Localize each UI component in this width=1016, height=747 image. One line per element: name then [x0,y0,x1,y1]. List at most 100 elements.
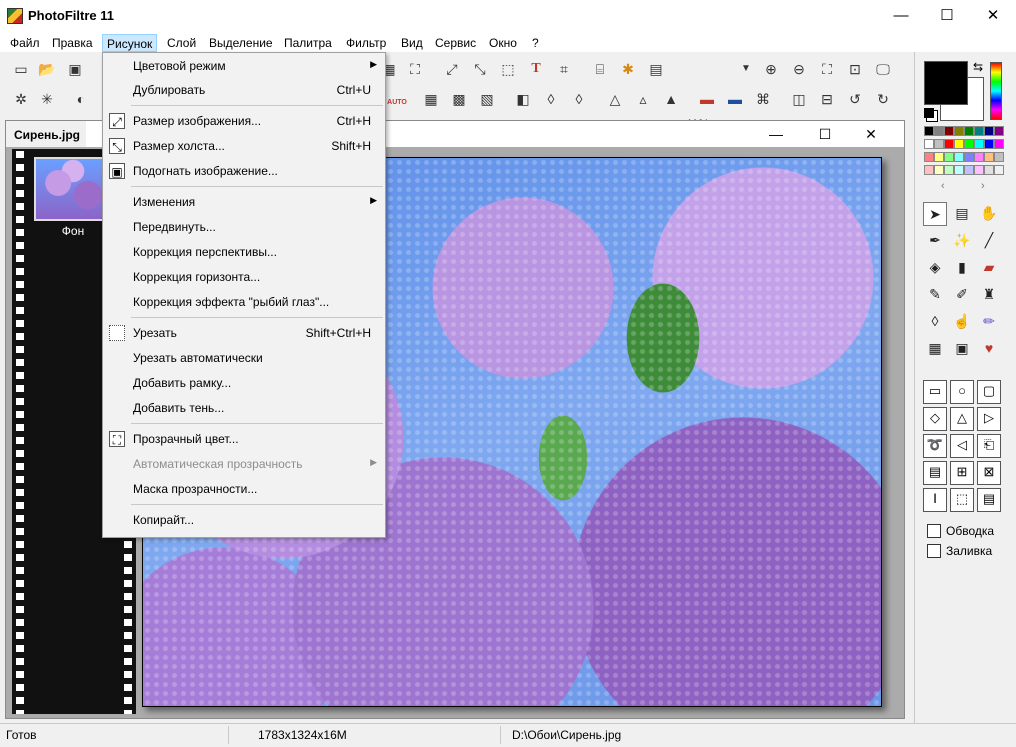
menu-item-offset[interactable]: Передвинуть... [103,215,385,239]
palette-swatch[interactable] [994,126,1004,136]
drop-2-icon[interactable]: ◊ [568,88,590,110]
open-folder-icon[interactable]: 📂 [36,58,58,80]
drop-icon[interactable]: ◊ [540,88,562,110]
smudge-icon[interactable]: ☝ [950,310,974,334]
auto-levels-icon[interactable]: AUTO [386,88,408,110]
rotate-left-icon[interactable]: ↺ [844,88,866,110]
window-icon[interactable]: ▤ [645,58,667,80]
palette-swatch[interactable] [954,152,964,162]
palette-swatch[interactable] [944,165,954,175]
deform-icon[interactable]: ⌘ [752,88,774,110]
palette-swatch[interactable] [964,165,974,175]
palette-swatch[interactable] [944,152,954,162]
flip-horizontal-icon[interactable]: ◫ [788,88,810,110]
crop-frame-icon[interactable]: ⌗ [553,58,575,80]
menu-item-add-shadow[interactable]: Добавить тень... [103,396,385,420]
hue-slider[interactable] [990,62,1002,120]
selection-tool-icon[interactable]: ▤ [950,202,974,226]
dodge-icon[interactable]: ◐ [70,88,92,110]
zoom-in-icon[interactable]: ⊕ [760,58,782,80]
spray-icon[interactable]: ▮ [950,256,974,280]
palette-swatch[interactable] [994,165,1004,175]
grid-filter-1-icon[interactable]: ▦ [420,88,442,110]
magic-wand-icon[interactable]: ✲ [10,88,32,110]
menu-item-add-frame[interactable]: Добавить рамку... [103,371,385,395]
menu-item-fit-image[interactable]: ▣ Подогнать изображение... [103,159,385,183]
menu-tools[interactable]: Сервис [431,34,480,52]
eraser-icon[interactable]: ▰ [977,256,1001,280]
palette-swatch[interactable] [984,165,994,175]
swap-colors-icon[interactable]: ⇆ [973,60,983,74]
reset-colors-icon[interactable] [924,108,934,118]
menu-layer[interactable]: Слой [163,34,200,52]
palette-swatch[interactable] [934,165,944,175]
palette-swatch[interactable] [994,152,1004,162]
layer-thumbnail[interactable] [34,157,112,221]
palette-swatch[interactable] [954,126,964,136]
menu-item-transparency-mask[interactable]: Маска прозрачности... [103,477,385,501]
menu-item-duplicate[interactable]: Дублировать Ctrl+U [103,78,385,102]
save-icon[interactable]: ▣ [64,58,86,80]
menu-item-transparent-color[interactable]: ⛶ Прозрачный цвет... [103,427,385,451]
selection-mode-1-icon[interactable]: ▤ [923,461,947,485]
menu-item-copyright[interactable]: Копирайт... [103,508,385,532]
ellipse-shape-icon[interactable]: ○ [950,380,974,404]
menu-help[interactable]: ? [528,34,543,52]
minimize-button[interactable]: — [878,0,924,32]
menu-image[interactable]: Рисунок [102,34,158,52]
magic-wand-plus-icon[interactable]: ✳ [36,88,58,110]
fill-bucket-icon[interactable]: ◈ [923,256,947,280]
doc-close-button[interactable]: ✕ [856,123,886,145]
gradient-icon[interactable]: ▬ [696,88,718,110]
menu-item-fisheye[interactable]: Коррекция эффекта "рыбий глаз"... [103,290,385,314]
pointer-tool-icon[interactable]: ➤ [923,202,947,226]
palette-swatch[interactable] [924,152,934,162]
fit-window-icon[interactable]: ⛶ [816,58,838,80]
triangle-shape-icon[interactable]: △ [950,407,974,431]
palette-swatch[interactable] [974,139,984,149]
palette-swatch[interactable] [934,126,944,136]
palette-next-icon[interactable]: › [981,180,985,192]
palette-swatch[interactable] [924,139,934,149]
palette-swatch[interactable] [964,126,974,136]
zoom-dropdown-chevron-icon[interactable]: ▼ [735,58,757,80]
contrast-icon[interactable]: ◧ [512,88,534,110]
palette-swatch[interactable] [934,152,944,162]
doc-minimize-button[interactable]: — [761,123,791,145]
lasso-icon[interactable]: ➰ [923,434,947,458]
rotate-right-icon[interactable]: ↻ [872,88,894,110]
line-tool-icon[interactable]: ╱ [977,229,1001,253]
blur-drop-icon[interactable]: ◊ [923,310,947,334]
menu-selection[interactable]: Выделение [205,34,277,52]
grid-filter-2-icon[interactable]: ▩ [448,88,470,110]
polygon-lasso-icon[interactable]: ◁ [950,434,974,458]
palette-swatch[interactable] [974,126,984,136]
browser-icon[interactable]: ⌸ [589,58,611,80]
blur-icon[interactable]: △ [604,88,626,110]
advanced-brush-icon[interactable]: ✐ [950,283,974,307]
palette-swatch[interactable] [924,165,934,175]
document-tab[interactable]: Сирень.jpg [6,121,86,147]
flip-vertical-icon[interactable]: ⊟ [816,88,838,110]
rounded-rect-shape-icon[interactable]: ▢ [977,380,1001,404]
sharpen-icon[interactable]: ▵ [632,88,654,110]
menu-item-color-mode[interactable]: Цветовой режим ▶ [103,54,385,78]
selection-width-icon[interactable]: Ⅰ [923,488,947,512]
rectangle-shape-icon[interactable]: ▭ [923,380,947,404]
portrait-icon[interactable]: ▣ [950,337,974,361]
grid-filter-3-icon[interactable]: ▧ [476,88,498,110]
brush-icon[interactable]: ✎ [923,283,947,307]
menu-item-perspective[interactable]: Коррекция перспективы... [103,240,385,264]
deform-tool-icon[interactable]: ▦ [923,337,947,361]
palette-swatch[interactable] [944,126,954,136]
strawberry-icon[interactable]: ♥ [977,337,1001,361]
palette-swatch[interactable] [984,126,994,136]
palette-swatch[interactable] [984,152,994,162]
fullscreen-icon[interactable]: 🖵 [872,58,894,80]
diamond-shape-icon[interactable]: ◇ [923,407,947,431]
close-button[interactable]: ✕ [970,0,1016,32]
palette-swatch[interactable] [934,139,944,149]
menu-filter[interactable]: Фильтр [342,34,390,52]
right-triangle-shape-icon[interactable]: ▷ [977,407,1001,431]
zoom-out-icon[interactable]: ⊖ [788,58,810,80]
